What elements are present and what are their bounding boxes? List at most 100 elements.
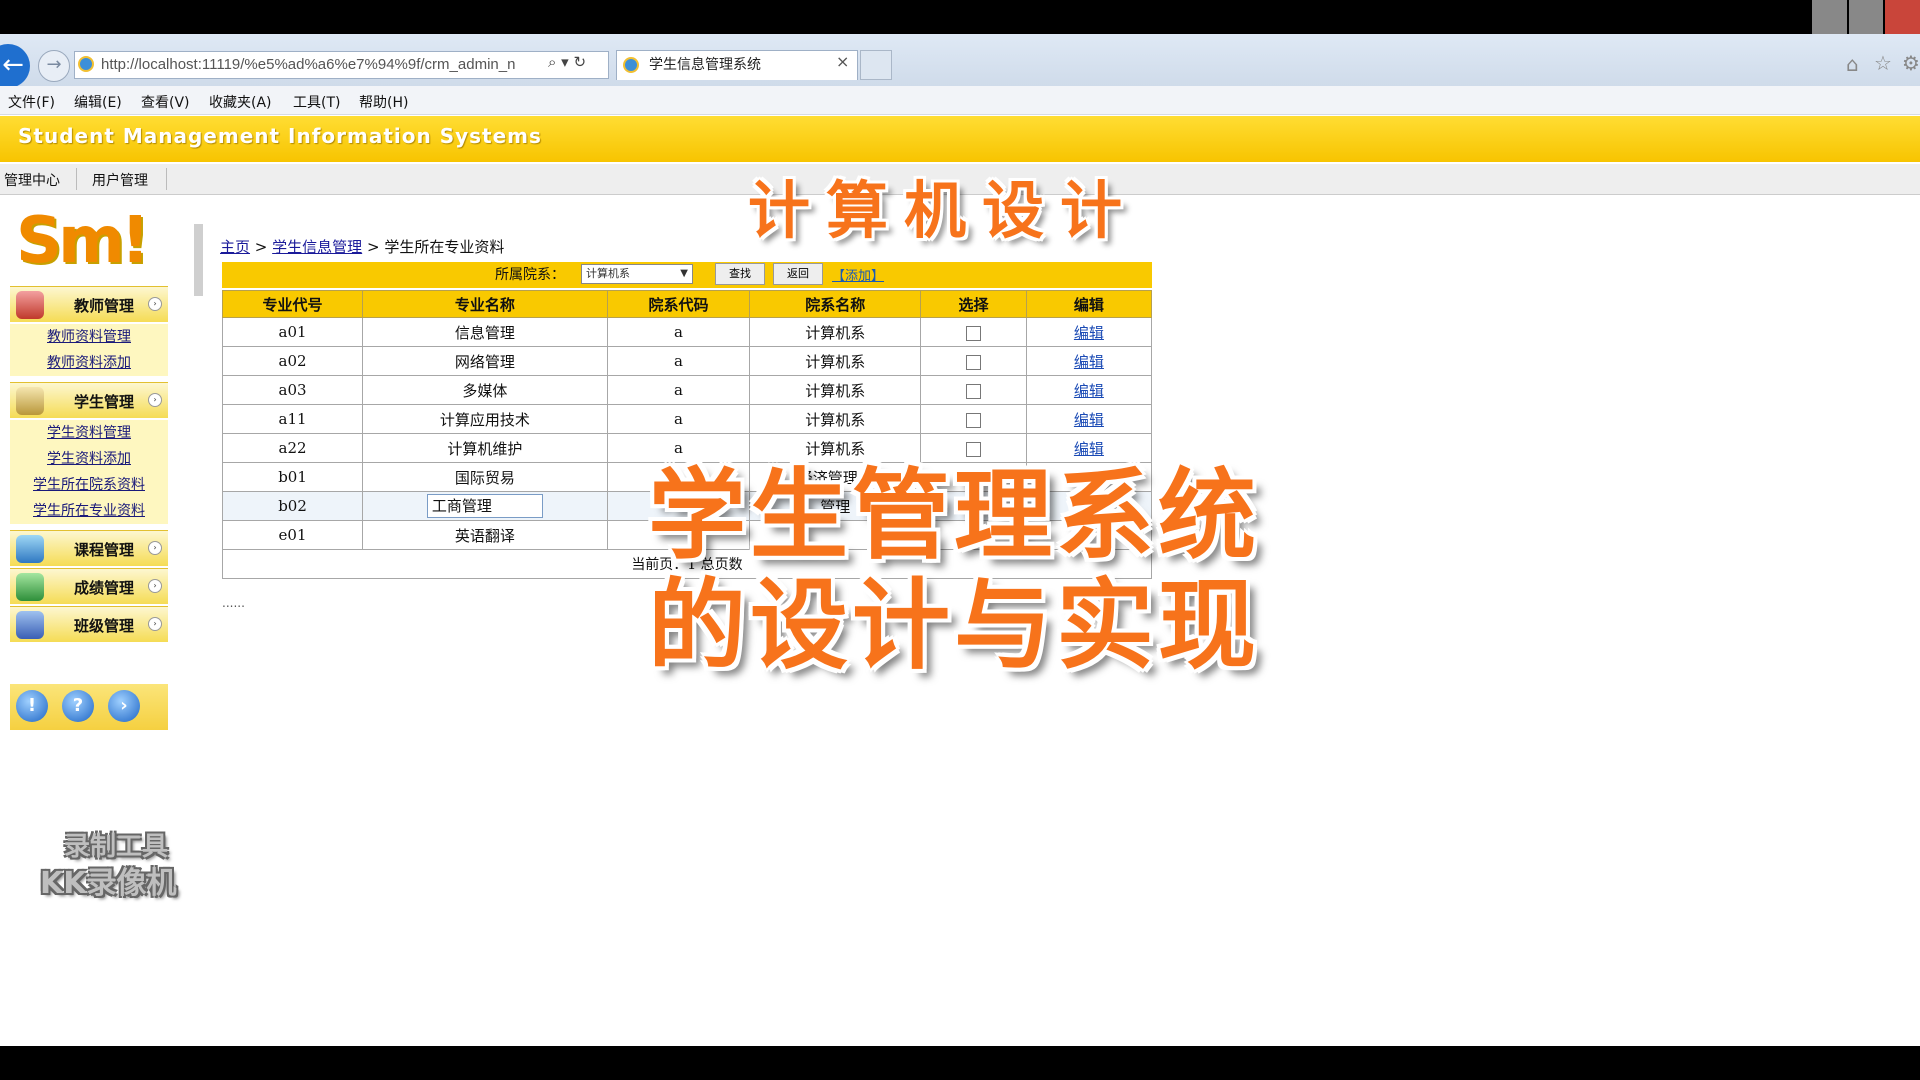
sidebar-item-student-manage[interactable]: 学生资料管理	[10, 420, 168, 446]
col-dept-code[interactable]: 院系代码	[606, 290, 751, 318]
table-row: a11 计算应用技术 a 计算机系 编辑	[221, 404, 1153, 434]
sms-logo: Sm!	[16, 204, 150, 278]
cell-dept-code: a	[606, 375, 751, 405]
row-checkbox[interactable]	[966, 325, 982, 341]
search-button[interactable]: 查找	[715, 263, 765, 285]
tab-student-system[interactable]: 学生信息管理系统	[616, 50, 858, 80]
cell-select	[920, 346, 1027, 376]
grade-icon	[16, 573, 44, 601]
maximize-button[interactable]	[1848, 0, 1884, 34]
cell-code: a03	[221, 375, 364, 405]
cell-name: 国际贸易	[362, 462, 608, 492]
menu-edit[interactable]: 编辑(E)	[74, 92, 122, 112]
help-buttons-row: ! ? ›	[10, 684, 168, 730]
row-checkbox[interactable]	[966, 412, 982, 428]
overlay-caption-top: 计算机设计	[748, 174, 1139, 247]
cell-dept-name: 计算机系	[749, 404, 922, 434]
cell-select	[920, 375, 1027, 405]
expand-icon[interactable]: ›	[148, 393, 162, 407]
cell-name: 信息管理	[362, 317, 608, 347]
url-input[interactable]: http://localhost:11119/%e5%ad%a6%e7%94%9…	[74, 51, 609, 79]
menu-file[interactable]: 文件(F)	[8, 92, 55, 112]
tab-close-icon[interactable]: ×	[836, 52, 849, 71]
edit-link[interactable]: 编辑	[1074, 382, 1104, 400]
close-button[interactable]	[1885, 0, 1920, 34]
edit-link[interactable]: 编辑	[1074, 324, 1104, 342]
col-dept-name[interactable]: 院系名称	[749, 290, 922, 318]
sidebar-item-student-add[interactable]: 学生资料添加	[10, 446, 168, 472]
cell-code: b02	[221, 491, 364, 521]
col-major-name[interactable]: 专业名称	[362, 290, 608, 318]
nav-user-management[interactable]: 用户管理	[92, 170, 148, 190]
info-icon[interactable]: !	[16, 690, 48, 722]
cell-edit: 编辑	[1025, 317, 1153, 347]
sidebar-section-teacher[interactable]: 教师管理 ›	[10, 286, 168, 322]
cell-name: 工商管理	[362, 491, 608, 521]
app-title: Student Management Information Systems	[18, 124, 542, 148]
expand-icon[interactable]: ›	[148, 579, 162, 593]
cell-code: a02	[221, 346, 364, 376]
favorites-star-icon[interactable]: ☆	[1874, 51, 1892, 75]
nav-divider	[166, 168, 167, 190]
frame-splitter[interactable]	[194, 224, 203, 296]
gear-icon[interactable]: ⚙	[1902, 51, 1920, 75]
return-button[interactable]: 返回	[773, 263, 823, 285]
tab-favicon-icon	[623, 57, 639, 73]
col-major-code[interactable]: 专业代号	[221, 290, 364, 318]
edit-link[interactable]: 编辑	[1074, 353, 1104, 371]
help-icon[interactable]: ?	[62, 690, 94, 722]
recording-top-border	[0, 0, 1920, 34]
forward-arrow-icon[interactable]: →	[38, 50, 70, 82]
breadcrumb-sep: >	[366, 238, 380, 256]
menu-view[interactable]: 查看(V)	[141, 92, 190, 112]
new-tab-button[interactable]	[860, 50, 892, 80]
department-select[interactable]: 计算机系 ▼	[581, 264, 693, 284]
sidebar-item-student-department[interactable]: 学生所在院系资料	[10, 472, 168, 498]
window-controls[interactable]	[1810, 0, 1920, 34]
breadcrumb: 主页 > 学生信息管理 > 学生所在专业资料	[220, 236, 504, 257]
sidebar-section-grade[interactable]: 成绩管理 ›	[10, 568, 168, 604]
edit-link[interactable]: 编辑	[1074, 411, 1104, 429]
sidebar-section-course[interactable]: 课程管理 ›	[10, 530, 168, 566]
cell-dept-code: a	[606, 346, 751, 376]
expand-icon[interactable]: ›	[148, 617, 162, 631]
next-icon[interactable]: ›	[108, 690, 140, 722]
expand-icon[interactable]: ›	[148, 297, 162, 311]
url-tools[interactable]: ⌕ ▾ ↻	[548, 53, 586, 71]
class-icon	[16, 611, 44, 639]
site-favicon-icon	[78, 56, 94, 72]
cell-name: 英语翻译	[362, 520, 608, 550]
expand-icon[interactable]: ›	[148, 541, 162, 555]
nav-admin-center[interactable]: 管理中心	[4, 170, 60, 190]
cell-edit: 编辑	[1025, 404, 1153, 434]
sidebar-item-teacher-manage[interactable]: 教师资料管理	[10, 324, 168, 350]
sidebar-section-class[interactable]: 班级管理 ›	[10, 606, 168, 642]
recording-bottom-border	[0, 1046, 1920, 1080]
breadcrumb-student-info[interactable]: 学生信息管理	[272, 238, 362, 256]
student-icon	[16, 387, 44, 415]
cell-name: 计算应用技术	[362, 404, 608, 434]
sidebar-section-student[interactable]: 学生管理 ›	[10, 382, 168, 418]
sidebar-item-student-major[interactable]: 学生所在专业资料	[10, 498, 168, 524]
recorder-watermark-line2: KK录像机	[40, 866, 177, 901]
menu-help[interactable]: 帮助(H)	[359, 92, 408, 112]
home-icon[interactable]: ⌂	[1846, 52, 1859, 76]
col-edit: 编辑	[1025, 290, 1153, 318]
breadcrumb-sep: >	[254, 238, 268, 256]
row-checkbox[interactable]	[966, 383, 982, 399]
major-name-input[interactable]: 工商管理	[426, 494, 543, 518]
menu-favorites[interactable]: 收藏夹(A)	[209, 92, 272, 112]
cell-dept-code: a	[606, 317, 751, 347]
cell-code: b01	[221, 462, 364, 492]
row-checkbox[interactable]	[966, 354, 982, 370]
cell-edit: 编辑	[1025, 346, 1153, 376]
minimize-button[interactable]	[1812, 0, 1847, 34]
add-link[interactable]: 【添加】	[832, 265, 884, 284]
sidebar-item-teacher-add[interactable]: 教师资料添加	[10, 350, 168, 376]
nav-divider	[76, 168, 77, 190]
breadcrumb-home[interactable]: 主页	[220, 238, 250, 256]
menu-tools[interactable]: 工具(T)	[293, 92, 340, 112]
ellipsis-text: ......	[222, 596, 245, 610]
table-row: a03 多媒体 a 计算机系 编辑	[221, 375, 1153, 405]
cell-dept-name: 计算机系	[749, 317, 922, 347]
